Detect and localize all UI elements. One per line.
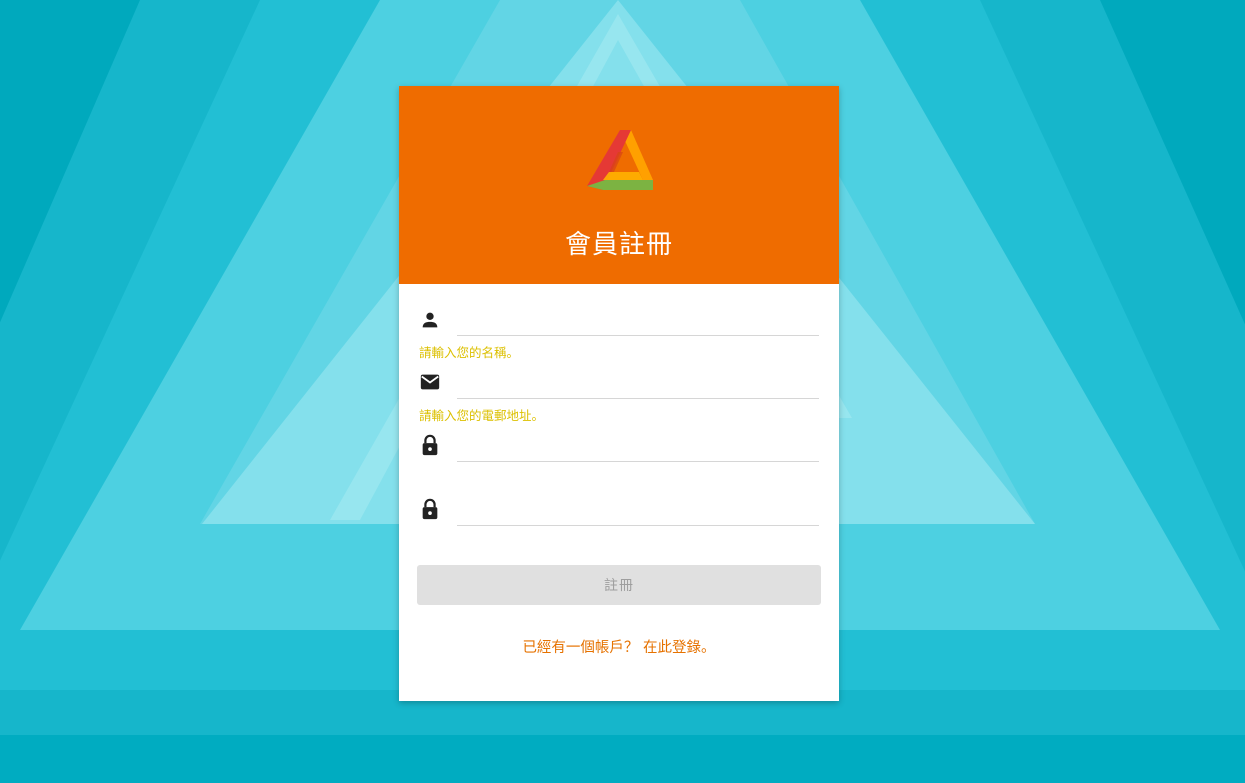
lock-icon <box>422 434 438 456</box>
name-input[interactable] <box>457 305 823 337</box>
confirm-password-input[interactable] <box>457 496 823 528</box>
password-field <box>399 428 839 488</box>
person-icon <box>422 312 438 328</box>
email-hint: 請輸入您的電郵地址。 <box>419 408 545 423</box>
password-input[interactable] <box>457 432 823 464</box>
confirm-password-field <box>399 492 839 552</box>
page-title: 會員註冊 <box>564 230 673 260</box>
email-input[interactable] <box>457 368 823 400</box>
login-link[interactable]: 已經有一個帳戶？ 在此登錄。 <box>399 636 839 657</box>
register-card: 會員註冊 請輸入您的名稱。 請輸入您的電郵地址。 註冊 已經有一個帳戶？ 在此登… <box>399 86 839 701</box>
name-underline <box>457 335 819 336</box>
triangle-logo-icon <box>587 130 653 190</box>
name-hint: 請輸入您的名稱。 <box>419 345 520 360</box>
register-button[interactable]: 註冊 <box>417 565 821 605</box>
lock-icon <box>422 498 438 520</box>
mail-icon <box>420 374 440 390</box>
confirm-password-underline <box>457 525 819 526</box>
password-underline <box>457 461 819 462</box>
email-underline <box>457 398 819 399</box>
card-header: 會員註冊 <box>399 86 839 284</box>
